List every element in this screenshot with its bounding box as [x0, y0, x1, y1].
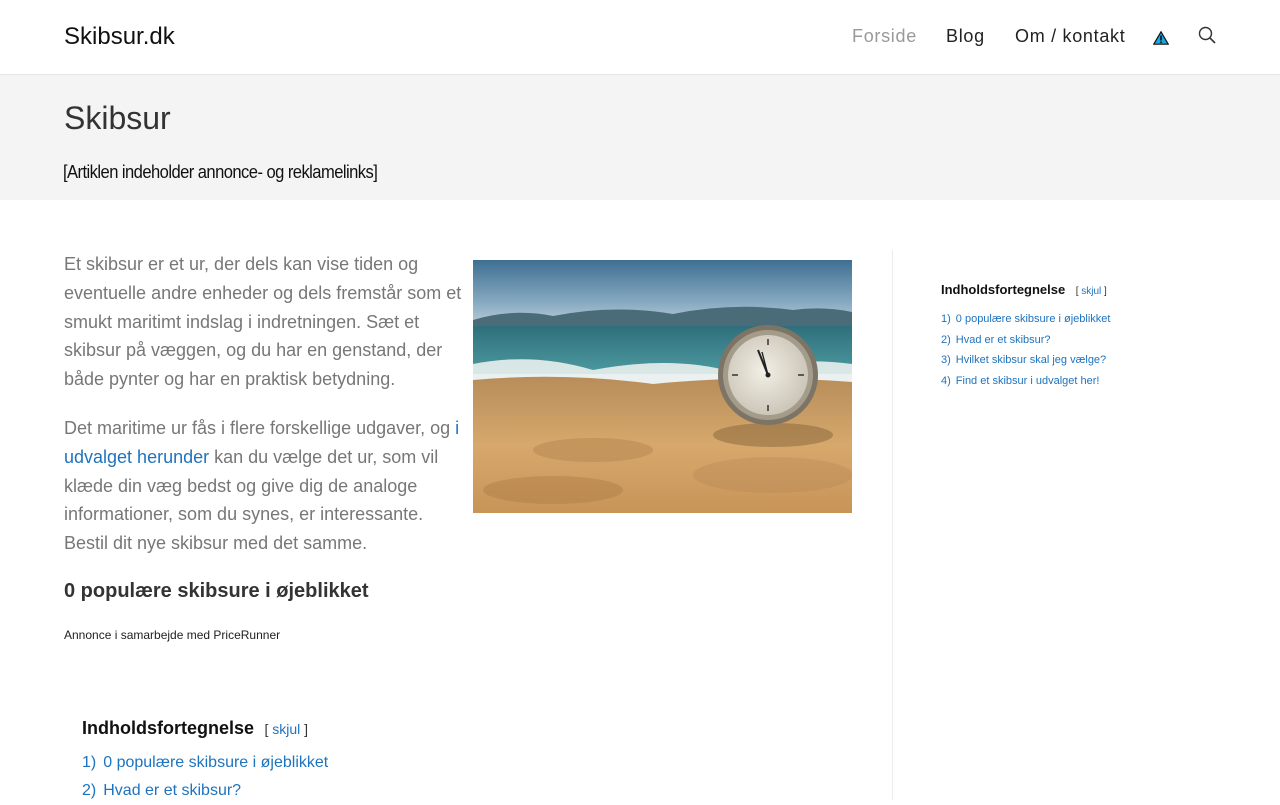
- bracket: [: [1075, 286, 1079, 297]
- toc-hide-link[interactable]: skjul: [272, 721, 300, 737]
- page-title: Skibsur: [64, 100, 171, 136]
- toc-item-label: 0 populære skibsure i øjeblikket: [955, 313, 1111, 325]
- sidebar-toc-item[interactable]: 2) Hvad er et skibsur?: [941, 330, 1110, 351]
- sidebar-divider: [892, 250, 893, 800]
- search-icon[interactable]: [1198, 26, 1216, 44]
- sidebar-toc-list: 1) 0 populære skibsure i øjeblikket 2) Hva…: [941, 309, 1110, 392]
- site-header: Skibsur.dk Forside Blog Om / kontakt: [0, 0, 1280, 75]
- page-header: Skibsur [Artiklen indeholder annonce- og…: [0, 75, 1280, 200]
- toc-item[interactable]: 2) Hvad er et skibsur?: [82, 777, 328, 805]
- toc-list: 1) 0 populære skibsure i øjeblikket 2) Hva…: [82, 749, 328, 805]
- paragraph-text: Det maritime ur fås i flere forskellige …: [64, 418, 456, 438]
- sidebar-toc-hide-link[interactable]: skjul: [1081, 286, 1101, 297]
- nav-item-om-kontakt[interactable]: Om / kontakt: [1015, 26, 1125, 47]
- toc-item-label: Find et skibsur i udvalget her!: [955, 375, 1100, 388]
- nav-item-blog[interactable]: Blog: [946, 26, 985, 47]
- toc-toggle: [ skjul ]: [264, 721, 308, 737]
- toc-item-label: Hvilket skibsur skal jeg vælge?: [955, 354, 1107, 367]
- toc-item-number: 1): [82, 754, 97, 771]
- sidebar-toc-toggle: [ skjul ]: [1076, 286, 1107, 297]
- bracket: ]: [1104, 286, 1107, 297]
- sidebar-toc-title: Indholdsfortegnelse: [941, 282, 1066, 297]
- bracket: [: [264, 721, 269, 737]
- toc-item-label: Hvad er et skibsur?: [103, 782, 242, 799]
- toc-item-label: Hvad er et skibsur?: [955, 333, 1051, 346]
- beach-clock-image[interactable]: [473, 260, 852, 513]
- toc-item-label: 0 populære skibsure i øjeblikket: [103, 754, 329, 771]
- toc-title: Indholdsfortegnelse: [82, 718, 255, 738]
- toc-item[interactable]: 1) 0 populære skibsure i øjeblikket: [82, 749, 328, 777]
- toc-item-number: 2): [941, 333, 951, 346]
- selection-paragraph: Det maritime ur fås i flere forskellige …: [64, 414, 469, 558]
- toc-item-number: 3): [941, 354, 951, 367]
- ad-disclaimer: [Artiklen indeholder annonce- og reklame…: [63, 162, 378, 182]
- sidebar-toc: Indholdsfortegnelse [ skjul ] 1) 0 populæ…: [941, 281, 1110, 392]
- toc-main: Indholdsfortegnelse [ skjul ] 1) 0 populæ…: [82, 718, 328, 805]
- annonce-note: Annonce i samarbejde med PriceRunner: [64, 628, 281, 642]
- toc-item-number: 2): [82, 782, 97, 799]
- warning-flag-icon[interactable]: [1153, 31, 1169, 45]
- intro-paragraph: Et skibsur er et ur, der dels kan vise t…: [64, 254, 462, 390]
- sidebar-toc-item[interactable]: 3) Hvilket skibsur skal jeg vælge?: [941, 350, 1110, 371]
- toc-item-number: 1): [941, 313, 951, 325]
- popular-heading: 0 populære skibsure i øjeblikket: [64, 580, 369, 602]
- site-logo[interactable]: Skibsur.dk: [64, 23, 175, 51]
- sidebar-toc-item[interactable]: 4) Find et skibsur i udvalget her!: [941, 371, 1110, 392]
- toc-item-number: 4): [941, 375, 951, 388]
- nav-item-forside[interactable]: Forside: [852, 26, 917, 47]
- sidebar-toc-item[interactable]: 1) 0 populære skibsure i øjeblikket: [941, 309, 1110, 330]
- bracket: ]: [304, 721, 309, 737]
